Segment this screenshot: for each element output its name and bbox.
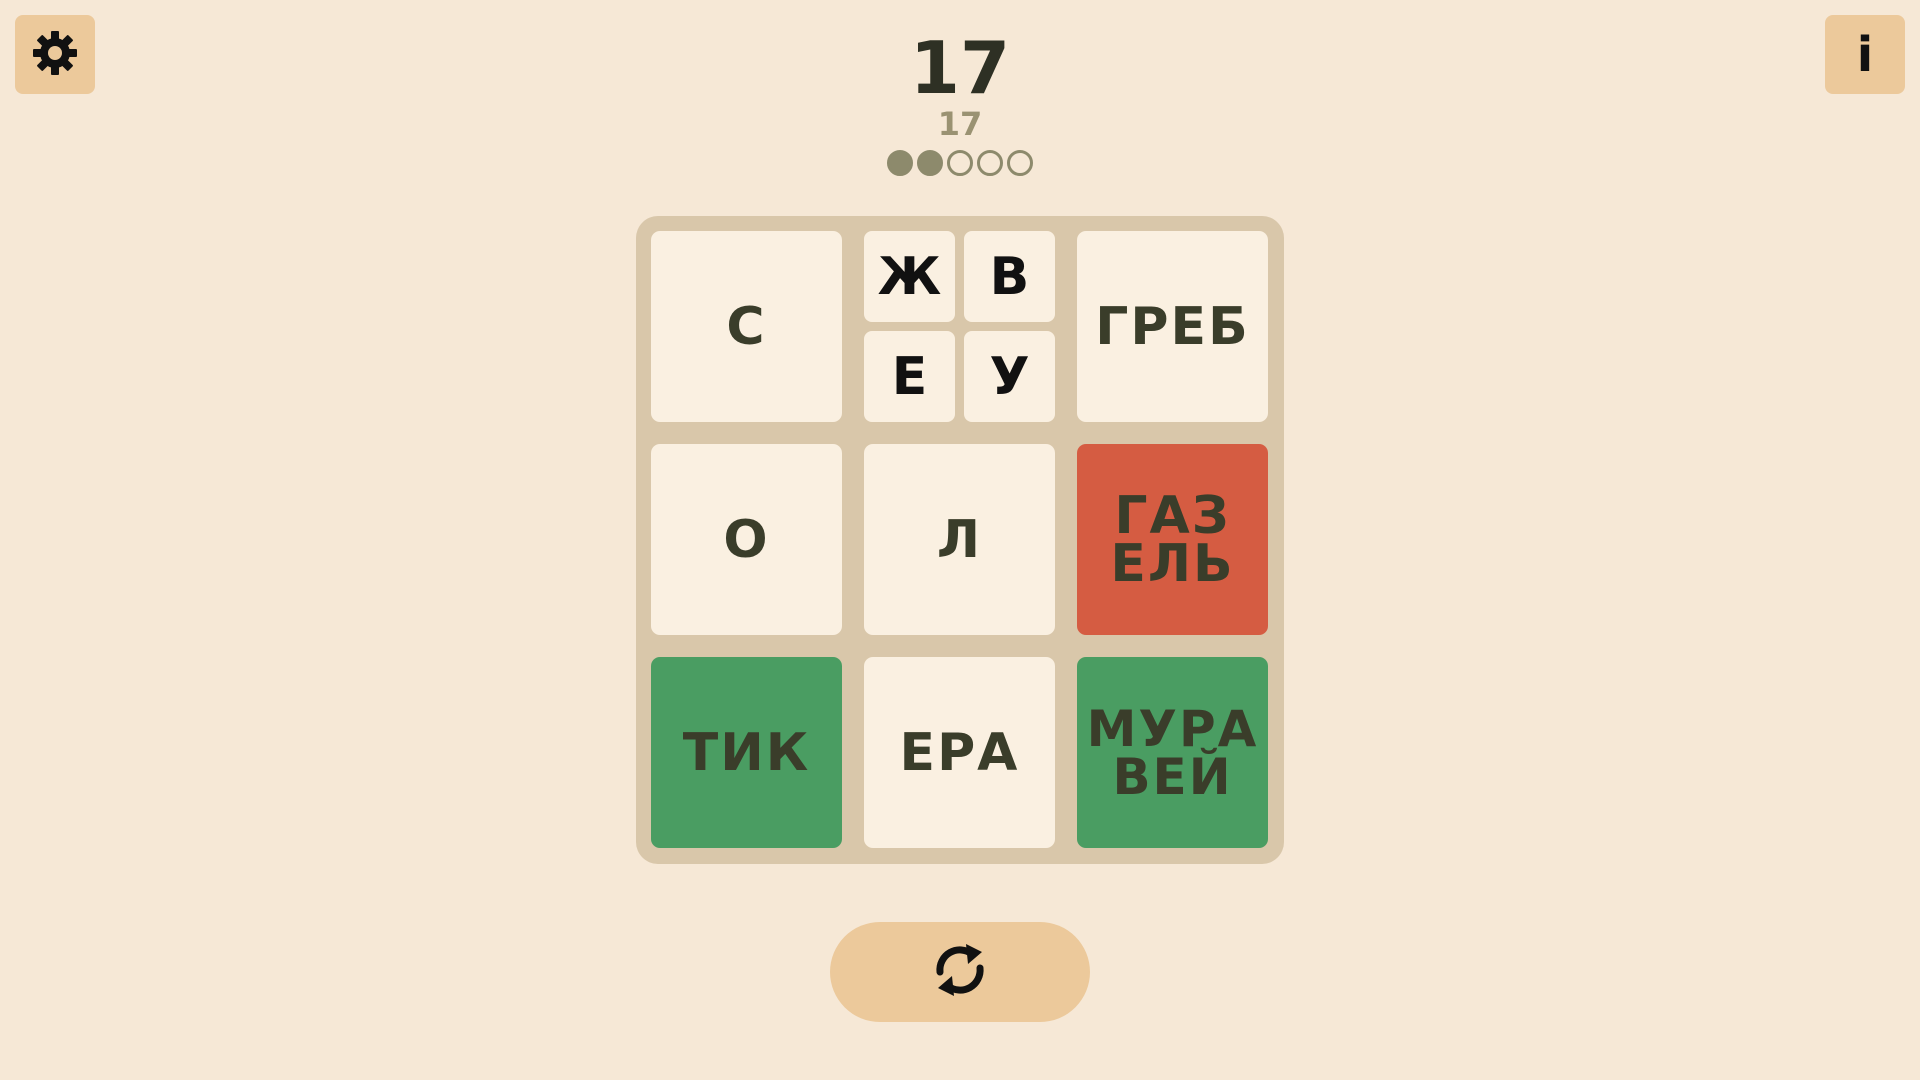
refresh-icon xyxy=(928,938,992,1006)
tile-label: ГРЕБ xyxy=(1095,296,1250,357)
progress-dot-filled xyxy=(887,150,913,176)
tile-label: ЕРА xyxy=(899,722,1020,783)
game-board: С Ж В Е У ГРЕБ О Л ГАЗЕЛЬ ТИК ЕРА МУРАВЕ… xyxy=(636,216,1284,864)
tile[interactable]: С xyxy=(651,231,842,422)
tile-correct[interactable]: ТИК xyxy=(651,657,842,848)
progress-dot-empty xyxy=(1007,150,1033,176)
tile-label: МУРАВЕЙ xyxy=(1086,699,1259,806)
tile-label: С xyxy=(726,296,767,357)
mini-tile[interactable]: В xyxy=(964,231,1055,322)
tile-correct[interactable]: МУРАВЕЙ xyxy=(1077,657,1268,848)
mini-tile[interactable]: Е xyxy=(864,331,955,422)
tile[interactable]: ЕРА xyxy=(864,657,1055,848)
tile-label: ГАЗЕЛЬ xyxy=(1110,485,1235,594)
game-screen: i 17 17 С Ж В Е У ГРЕБ О Л ГАЗЕЛЬ ТИК ЕР… xyxy=(0,0,1920,1080)
tile[interactable]: Л xyxy=(864,444,1055,635)
progress-dot-filled xyxy=(917,150,943,176)
tile-label: О xyxy=(723,509,770,570)
mini-tile[interactable]: Ж xyxy=(864,231,955,322)
tile[interactable]: ГРЕБ xyxy=(1077,231,1268,422)
refresh-button[interactable] xyxy=(830,922,1090,1022)
tile-label: ТИК xyxy=(682,722,811,783)
mini-tile[interactable]: У xyxy=(964,331,1055,422)
progress-dots xyxy=(0,150,1920,176)
sub-score: 17 xyxy=(937,105,983,143)
progress-dot-empty xyxy=(947,150,973,176)
split-tile: Ж В Е У xyxy=(864,231,1055,422)
score: 17 xyxy=(909,26,1011,110)
progress-dot-empty xyxy=(977,150,1003,176)
tile-label: Л xyxy=(936,509,983,570)
tile-incorrect[interactable]: ГАЗЕЛЬ xyxy=(1077,444,1268,635)
tile[interactable]: О xyxy=(651,444,842,635)
